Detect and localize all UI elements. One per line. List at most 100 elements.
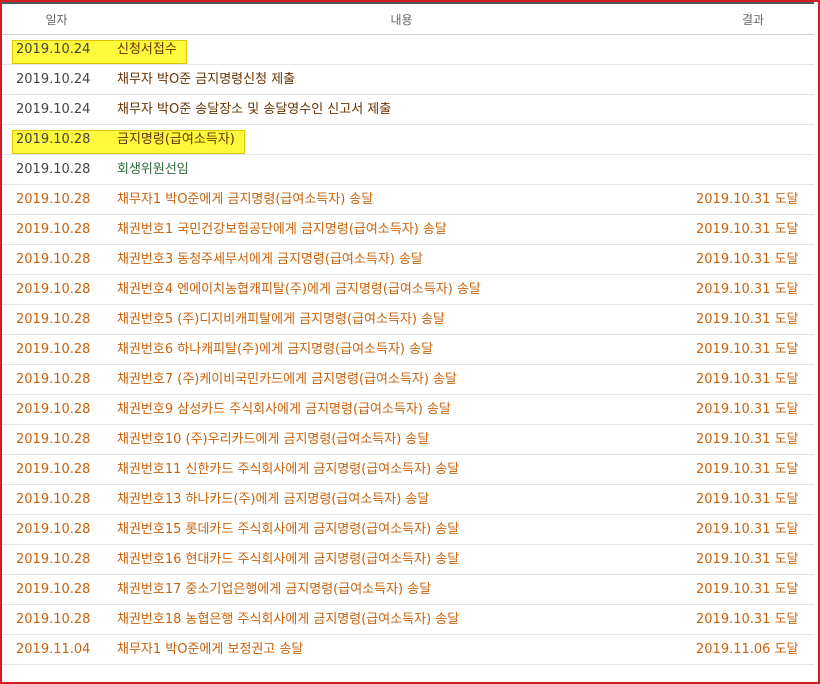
case-history-table: 일자 내용 결과 2019.10.24 신청서접수 2019.10.24 채무자 박O…	[2, 2, 814, 665]
row-content-text: 채권번호17 중소기업은행에게 금지명령(급여소득자) 송달	[117, 582, 432, 597]
row-content-text: 금지명령(급여소득자)	[117, 132, 235, 147]
table-row: 2019.10.28 채무자1 박O준에게 금지명령(급여소득자) 송달 2019.…	[2, 184, 814, 215]
table-row: 2019.10.24 채무자 박O준 송달장소 및 송달영수인 신고서 제출	[2, 94, 814, 125]
row-date: 2019.10.28	[2, 124, 111, 155]
row-date: 2019.10.28	[2, 274, 111, 305]
row-date: 2019.10.28	[2, 424, 111, 455]
row-content: 채무자 박O준 송달장소 및 송달영수인 신고서 제출	[111, 94, 692, 125]
row-content-text: 채권번호15 롯데카드 주식회사에게 금지명령(급여소득자) 송달	[117, 522, 460, 537]
table-row: 2019.10.28 채권번호15 롯데카드 주식회사에게 금지명령(급여소득자)…	[2, 514, 814, 545]
row-result: 2019.11.06 도달	[692, 634, 814, 665]
row-content-text: 채권번호9 삼성카드 주식회사에게 금지명령(급여소득자) 송달	[117, 402, 451, 417]
row-date: 2019.10.24	[2, 64, 111, 95]
table-row: 2019.10.28 채권번호11 신한카드 주식회사에게 금지명령(급여소득자)…	[2, 454, 814, 485]
table-header-row: 일자 내용 결과	[2, 2, 814, 35]
row-date-text: 2019.10.24	[16, 42, 91, 57]
row-content-text: 채무자 박O준 송달장소 및 송달영수인 신고서 제출	[117, 102, 392, 117]
row-content: 채권번호3 동청주세무서에게 금지명령(급여소득자) 송달	[111, 244, 692, 275]
table-row: 2019.10.28 금지명령(급여소득자)	[2, 124, 814, 155]
row-result: 2019.10.31 도달	[692, 574, 814, 605]
row-content: 금지명령(급여소득자)	[111, 124, 692, 155]
row-content-text: 채권번호18 농협은행 주식회사에게 금지명령(급여소득자) 송달	[117, 612, 460, 627]
row-content: 채권번호17 중소기업은행에게 금지명령(급여소득자) 송달	[111, 574, 692, 605]
row-content: 채권번호15 롯데카드 주식회사에게 금지명령(급여소득자) 송달	[111, 514, 692, 545]
table-body: 2019.10.24 신청서접수 2019.10.24 채무자 박O준 금지명령신청 …	[2, 34, 814, 665]
row-date: 2019.10.28	[2, 364, 111, 395]
row-content: 채권번호7 (주)케이비국민카드에게 금지명령(급여소득자) 송달	[111, 364, 692, 395]
row-result	[692, 64, 814, 95]
row-result: 2019.10.31 도달	[692, 184, 814, 215]
row-result	[692, 94, 814, 125]
row-content-text: 채권번호7 (주)케이비국민카드에게 금지명령(급여소득자) 송달	[117, 372, 457, 387]
row-content-text: 채권번호6 하나캐피탈(주)에게 금지명령(급여소득자) 송달	[117, 342, 434, 357]
row-content: 채권번호10 (주)우리카드에게 금지명령(급여소득자) 송달	[111, 424, 692, 455]
row-result: 2019.10.31 도달	[692, 364, 814, 395]
row-date-text: 2019.10.24	[16, 102, 91, 117]
row-content-text: 채권번호11 신한카드 주식회사에게 금지명령(급여소득자) 송달	[117, 462, 460, 477]
row-content-text: 채권번호5 (주)디지비캐피탈에게 금지명령(급여소득자) 송달	[117, 312, 445, 327]
row-date-text: 2019.10.28	[16, 132, 91, 147]
row-date: 2019.10.28	[2, 454, 111, 485]
table-row: 2019.11.04 채무자1 박O준에게 보정권고 송달 2019.11.06 도…	[2, 634, 814, 665]
row-date: 2019.10.24	[2, 94, 111, 125]
row-date: 2019.10.28	[2, 304, 111, 335]
row-date: 2019.10.28	[2, 184, 111, 215]
header-result: 결과	[692, 2, 814, 35]
row-content: 신청서접수	[111, 34, 692, 65]
row-date: 2019.10.28	[2, 514, 111, 545]
row-date: 2019.10.28	[2, 334, 111, 365]
table-row: 2019.10.28 채권번호9 삼성카드 주식회사에게 금지명령(급여소득자) …	[2, 394, 814, 425]
row-date-text: 2019.10.28	[16, 192, 91, 207]
table-row: 2019.10.24 신청서접수	[2, 34, 814, 65]
row-date-text: 2019.10.28	[16, 612, 91, 627]
table-row: 2019.10.28 회생위원선임	[2, 154, 814, 185]
row-content-text: 신청서접수	[117, 42, 177, 57]
table-row: 2019.10.28 채권번호10 (주)우리카드에게 금지명령(급여소득자) 송…	[2, 424, 814, 455]
row-content: 채무자 박O준 금지명령신청 제출	[111, 64, 692, 95]
table-row: 2019.10.28 채권번호4 엔에이치농협캐피탈(주)에게 금지명령(급여소득…	[2, 274, 814, 305]
row-date: 2019.10.28	[2, 574, 111, 605]
row-result: 2019.10.31 도달	[692, 244, 814, 275]
row-content-text: 채무자1 박O준에게 보정권고 송달	[117, 642, 304, 657]
header-date: 일자	[2, 2, 111, 35]
row-content: 채무자1 박O준에게 금지명령(급여소득자) 송달	[111, 184, 692, 215]
row-date-text: 2019.10.28	[16, 522, 91, 537]
row-content-text: 채무자 박O준 금지명령신청 제출	[117, 72, 296, 87]
row-date-text: 2019.10.28	[16, 342, 91, 357]
row-date: 2019.10.28	[2, 244, 111, 275]
row-date-text: 2019.10.28	[16, 492, 91, 507]
table-row: 2019.10.28 채권번호7 (주)케이비국민카드에게 금지명령(급여소득자)…	[2, 364, 814, 395]
row-date: 2019.10.28	[2, 214, 111, 245]
row-date-text: 2019.10.28	[16, 432, 91, 447]
row-content-text: 채권번호16 현대카드 주식회사에게 금지명령(급여소득자) 송달	[117, 552, 460, 567]
row-date-text: 2019.10.28	[16, 252, 91, 267]
row-date: 2019.10.28	[2, 604, 111, 635]
row-content: 채권번호11 신한카드 주식회사에게 금지명령(급여소득자) 송달	[111, 454, 692, 485]
row-result: 2019.10.31 도달	[692, 484, 814, 515]
row-result: 2019.10.31 도달	[692, 274, 814, 305]
row-content: 채권번호18 농협은행 주식회사에게 금지명령(급여소득자) 송달	[111, 604, 692, 635]
row-result: 2019.10.31 도달	[692, 424, 814, 455]
row-content: 채권번호16 현대카드 주식회사에게 금지명령(급여소득자) 송달	[111, 544, 692, 575]
row-result	[692, 154, 814, 185]
row-date: 2019.10.28	[2, 154, 111, 185]
row-result: 2019.10.31 도달	[692, 454, 814, 485]
row-date-text: 2019.10.28	[16, 402, 91, 417]
table-row: 2019.10.28 채권번호3 동청주세무서에게 금지명령(급여소득자) 송달 2…	[2, 244, 814, 275]
row-date-text: 2019.10.28	[16, 312, 91, 327]
row-content: 채권번호5 (주)디지비캐피탈에게 금지명령(급여소득자) 송달	[111, 304, 692, 335]
header-content: 내용	[111, 2, 692, 35]
table-row: 2019.10.28 채권번호5 (주)디지비캐피탈에게 금지명령(급여소득자) …	[2, 304, 814, 335]
row-date-text: 2019.10.28	[16, 282, 91, 297]
row-content: 채권번호6 하나캐피탈(주)에게 금지명령(급여소득자) 송달	[111, 334, 692, 365]
row-result: 2019.10.31 도달	[692, 214, 814, 245]
table-row: 2019.10.28 채권번호16 현대카드 주식회사에게 금지명령(급여소득자)…	[2, 544, 814, 575]
row-content-text: 채권번호13 하나카드(주)에게 금지명령(급여소득자) 송달	[117, 492, 430, 507]
table-row: 2019.10.28 채권번호17 중소기업은행에게 금지명령(급여소득자) 송달…	[2, 574, 814, 605]
row-result: 2019.10.31 도달	[692, 304, 814, 335]
row-date: 2019.10.28	[2, 484, 111, 515]
row-date-text: 2019.10.28	[16, 552, 91, 567]
table-row: 2019.10.28 채권번호1 국민건강보험공단에게 금지명령(급여소득자) 송…	[2, 214, 814, 245]
case-history-panel: 일자 내용 결과 2019.10.24 신청서접수 2019.10.24 채무자 박O…	[0, 0, 820, 684]
table-row: 2019.10.28 채권번호6 하나캐피탈(주)에게 금지명령(급여소득자) 송…	[2, 334, 814, 365]
